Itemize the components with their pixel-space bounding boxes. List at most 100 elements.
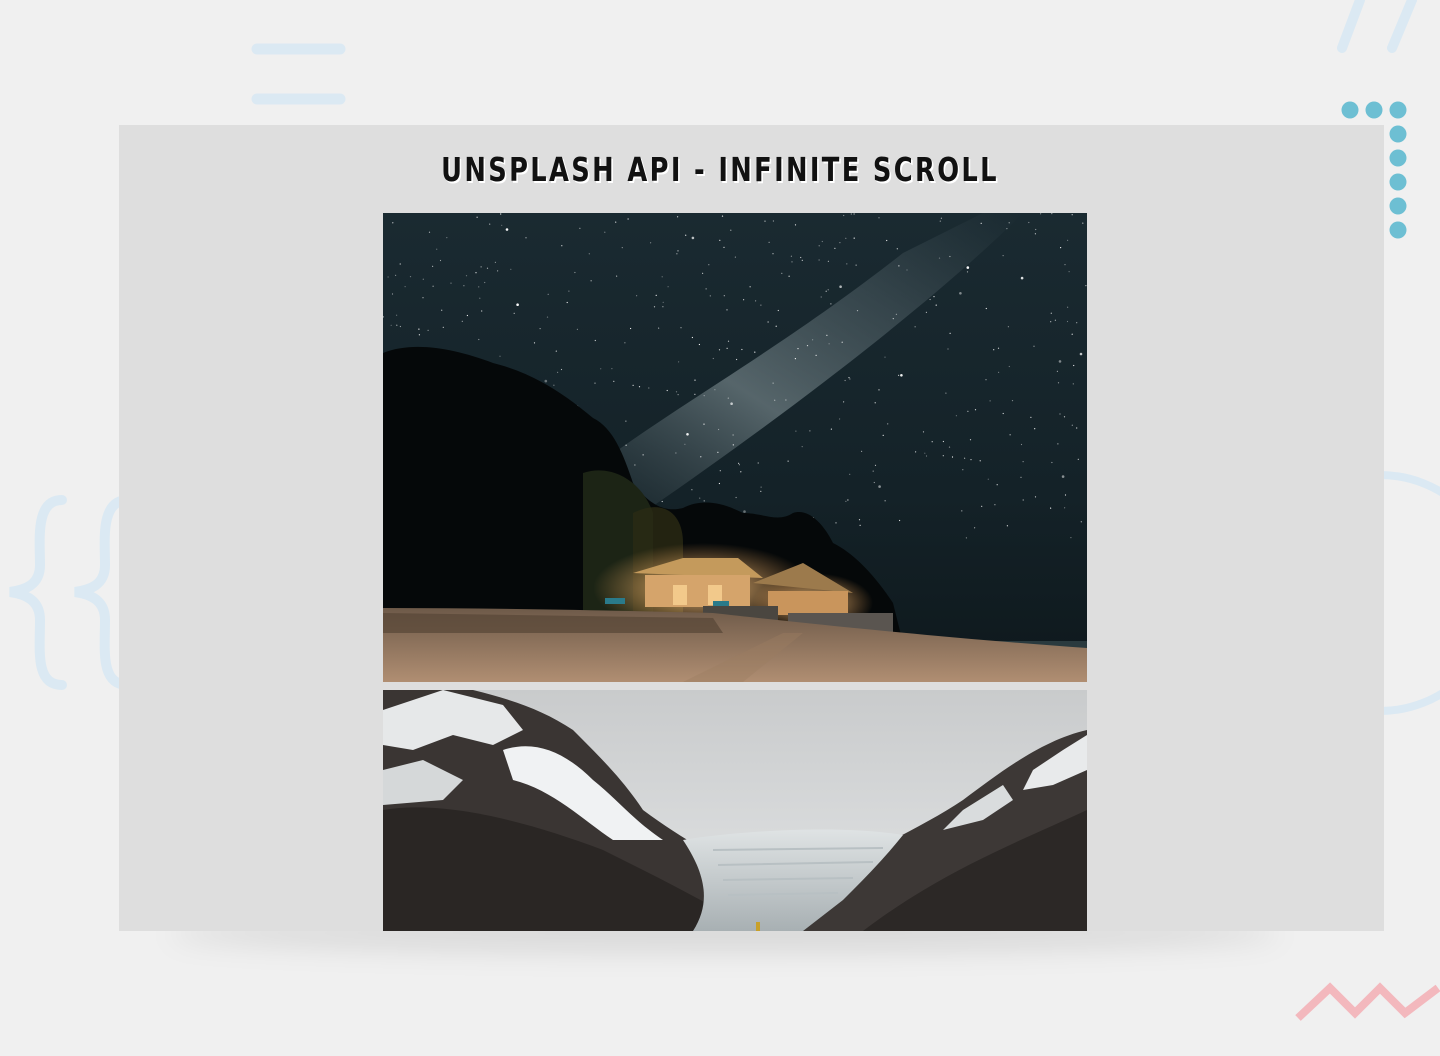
star [655, 294, 657, 296]
star [738, 462, 740, 464]
star [627, 218, 629, 220]
star [1071, 424, 1073, 426]
star [600, 368, 602, 370]
star [675, 391, 678, 393]
star [772, 253, 774, 255]
star [432, 265, 434, 267]
star [961, 510, 963, 512]
star [604, 231, 606, 233]
star [939, 220, 941, 222]
star [1050, 312, 1052, 314]
star [929, 298, 931, 301]
star [648, 387, 650, 389]
star [861, 450, 863, 452]
star [887, 423, 889, 425]
star [898, 265, 900, 267]
star [734, 256, 736, 258]
star [700, 456, 702, 458]
star [884, 356, 886, 358]
star [396, 324, 398, 326]
gallery-image-night-beach[interactable] [383, 213, 1087, 682]
star [740, 471, 742, 473]
star [630, 327, 632, 330]
star [1064, 494, 1067, 496]
star [632, 384, 634, 386]
star [546, 316, 549, 318]
star [772, 382, 774, 384]
star [418, 334, 420, 336]
star [922, 431, 925, 433]
star [987, 478, 989, 480]
star [391, 293, 394, 295]
star [439, 259, 442, 262]
star [962, 469, 964, 471]
star [418, 328, 420, 330]
star [825, 290, 827, 292]
star [787, 460, 789, 462]
star [661, 276, 663, 278]
hamburger-decoration-icon [251, 43, 346, 105]
star [719, 239, 721, 241]
star [855, 264, 857, 266]
star [590, 280, 592, 282]
star [947, 348, 949, 350]
star [404, 286, 406, 288]
star [422, 278, 424, 280]
star [723, 246, 725, 248]
star [721, 215, 724, 217]
star [801, 446, 803, 448]
star [666, 389, 668, 392]
star [399, 325, 401, 328]
star [826, 334, 828, 336]
star [980, 222, 982, 224]
star [1022, 461, 1024, 463]
star [560, 368, 563, 371]
star [898, 374, 900, 376]
star [964, 457, 966, 459]
star [1035, 228, 1037, 231]
star [764, 220, 766, 222]
star [966, 266, 970, 269]
star [466, 314, 468, 317]
star [650, 242, 652, 244]
star [662, 306, 664, 308]
star [856, 310, 859, 312]
star [791, 261, 793, 263]
star [387, 276, 389, 278]
star [755, 300, 757, 302]
star [820, 296, 822, 298]
star [812, 339, 814, 341]
star [497, 270, 499, 272]
star [884, 500, 886, 502]
star [1007, 326, 1010, 328]
star [1033, 345, 1035, 347]
star [735, 496, 737, 499]
star [924, 452, 926, 454]
star [547, 293, 549, 295]
star [970, 459, 972, 461]
star [949, 255, 951, 258]
star [594, 382, 596, 384]
star [835, 522, 837, 524]
star [667, 286, 669, 288]
star [781, 272, 783, 274]
star [1058, 360, 1062, 363]
star [723, 295, 725, 297]
star [1020, 276, 1024, 280]
star [478, 338, 480, 341]
star [516, 303, 519, 306]
star [694, 393, 696, 395]
star [446, 237, 448, 239]
star [634, 464, 636, 466]
star [1009, 434, 1011, 436]
gallery-image-mountain-glacier[interactable] [383, 690, 1087, 931]
star [480, 266, 482, 268]
star [785, 399, 787, 401]
star [933, 296, 935, 298]
star [882, 434, 884, 436]
star [738, 464, 740, 466]
star [678, 361, 680, 363]
star [625, 420, 627, 422]
star [489, 223, 491, 225]
star [967, 410, 969, 412]
